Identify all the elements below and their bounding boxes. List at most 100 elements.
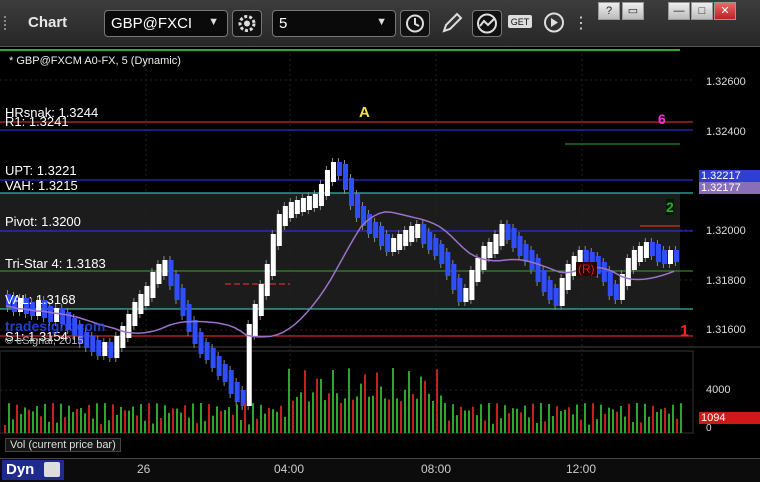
candle-body	[186, 304, 192, 332]
candle-body	[649, 242, 655, 256]
volume-bar	[64, 417, 66, 433]
volume-bar	[648, 416, 650, 433]
svg-text:⋮: ⋮	[573, 15, 589, 32]
time-tick-3: 08:00	[421, 462, 452, 476]
candle-body	[336, 162, 342, 176]
volume-bar	[532, 403, 534, 433]
volume-bar	[408, 371, 410, 433]
link-button[interactable]: ▭	[622, 2, 644, 20]
volume-bar	[8, 403, 10, 433]
volume-bar	[204, 421, 206, 433]
volume-bar	[404, 389, 406, 433]
volume-bar	[572, 414, 574, 433]
volume-bar	[644, 403, 646, 433]
close-button[interactable]: ✕	[714, 2, 736, 20]
volume-bar	[364, 374, 366, 433]
volume-bar	[240, 419, 242, 433]
volume-bar	[236, 404, 238, 433]
volume-bar	[132, 406, 134, 433]
volume-bar	[36, 406, 38, 433]
maximize-button[interactable]: □	[691, 2, 713, 20]
candle-body	[499, 224, 505, 246]
volume-bar	[376, 372, 378, 433]
get-data-icon[interactable]: GET	[506, 10, 536, 37]
candle-body	[138, 294, 144, 314]
volume-bar	[656, 411, 658, 433]
volume-bar	[156, 403, 158, 433]
minimize-button[interactable]: —	[668, 2, 690, 20]
level-label-upt: UPT: 1.3221	[5, 163, 77, 178]
volume-bar	[296, 396, 298, 433]
dynamic-mode-button[interactable]: Dyn	[2, 460, 64, 480]
volume-bar	[220, 410, 222, 433]
candle-body	[168, 260, 174, 286]
chevron-down-icon[interactable]: ▼	[376, 16, 387, 28]
candle-body	[150, 272, 156, 298]
candle-body	[517, 236, 523, 256]
volume-bar	[628, 403, 630, 433]
help-button[interactable]: ?	[598, 2, 620, 20]
candle-body	[174, 274, 180, 300]
candle-body	[451, 264, 457, 290]
volume-bar	[212, 415, 214, 433]
volume-bar	[552, 415, 554, 433]
settings-gear-icon[interactable]	[232, 10, 262, 37]
candle-body	[637, 246, 643, 262]
volume-bar	[428, 393, 430, 433]
candle-body	[631, 250, 637, 270]
candle-body	[120, 326, 126, 348]
pencil-draw-icon[interactable]	[438, 10, 468, 37]
candle-body	[673, 250, 679, 262]
volume-bar	[368, 396, 370, 433]
candle-body	[114, 336, 120, 358]
candle-body	[252, 304, 258, 336]
volume-bar	[256, 418, 258, 433]
volume-bar	[176, 408, 178, 433]
candle-body	[343, 164, 349, 190]
volume-bar	[372, 395, 374, 433]
candle-body	[475, 258, 481, 282]
volume-bar	[300, 392, 302, 433]
candle-body	[349, 178, 355, 206]
price-chart[interactable]	[0, 47, 760, 458]
current-price-box: 1.32217	[699, 170, 760, 182]
candle-body	[481, 246, 487, 270]
volume-bar	[500, 418, 502, 433]
interval-input[interactable]: 5 ▼	[272, 10, 396, 37]
chevron-down-icon[interactable]: ▼	[208, 16, 219, 28]
volume-bar	[444, 403, 446, 433]
volume-bar	[140, 404, 142, 433]
clock-icon[interactable]	[400, 10, 430, 37]
time-tick-2: 04:00	[274, 462, 305, 476]
volume-bar	[92, 418, 94, 433]
volume-bar	[308, 401, 310, 433]
candle-body	[511, 228, 517, 248]
volume-bar	[476, 415, 478, 433]
candle-body	[355, 194, 361, 218]
volume-bar	[104, 403, 106, 433]
volume-bar	[76, 408, 78, 433]
play-icon[interactable]	[540, 10, 570, 37]
volume-bar	[600, 404, 602, 433]
mode-label: Dyn	[6, 461, 35, 478]
volume-bar	[196, 423, 198, 433]
volume-bar	[556, 406, 558, 433]
candle-body	[667, 250, 673, 264]
candle-body	[559, 278, 565, 306]
symbol-input[interactable]: GBP@FXCI ▼	[104, 10, 228, 37]
volume-bar	[316, 378, 318, 433]
volume-bar	[188, 417, 190, 433]
candle-body	[379, 226, 385, 246]
volume-bar	[200, 403, 202, 433]
candle-body	[565, 264, 571, 290]
volume-bar	[184, 405, 186, 433]
candle-body	[90, 336, 96, 352]
price-label-5: 1.32000	[706, 225, 746, 237]
study-icon[interactable]	[472, 10, 502, 37]
volume-bar	[292, 400, 294, 433]
volume-bar	[88, 404, 90, 433]
more-icon[interactable]: ⋮	[567, 10, 597, 37]
grip-icon[interactable]	[4, 16, 11, 30]
candle-body	[306, 196, 312, 210]
lock-icon[interactable]	[44, 462, 60, 477]
